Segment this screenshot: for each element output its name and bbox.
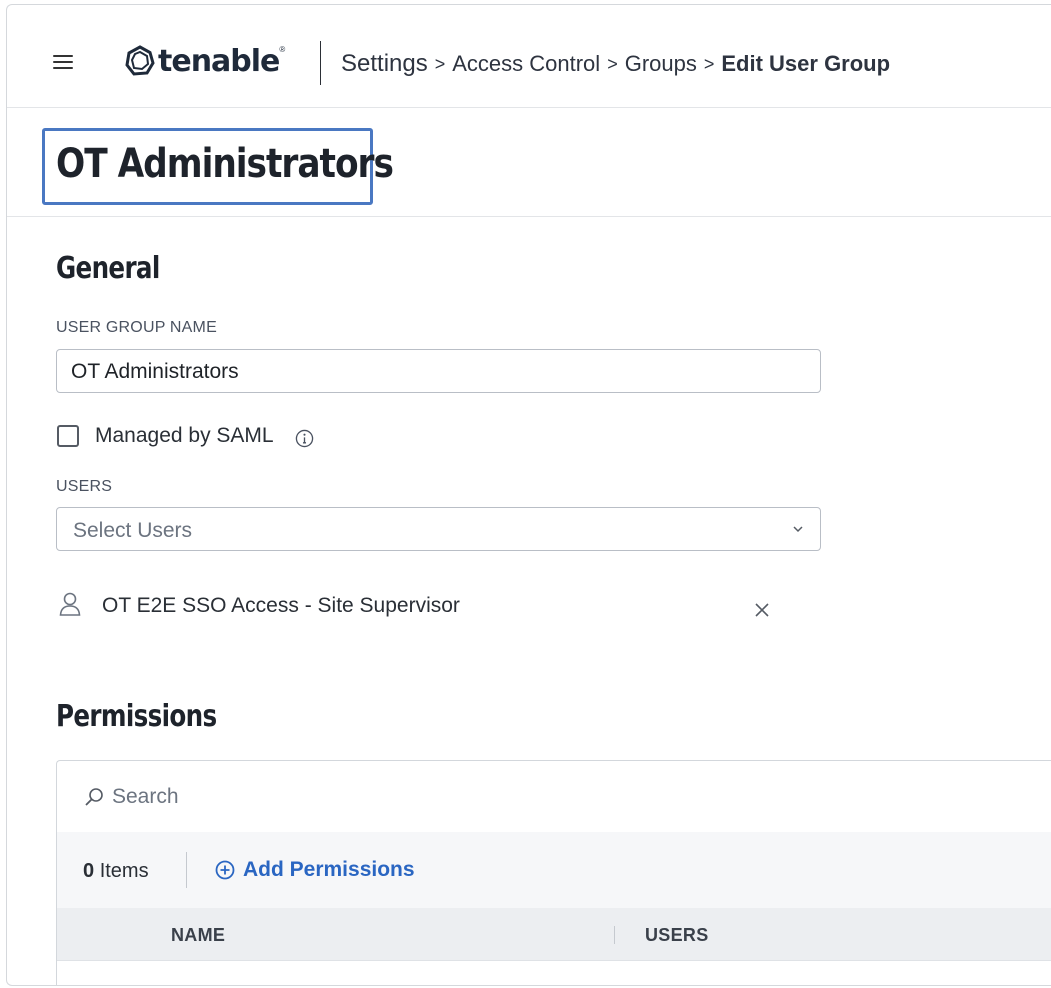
plus-circle-icon xyxy=(215,860,235,880)
general-heading: General xyxy=(56,251,160,286)
permissions-heading: Permissions xyxy=(56,699,217,734)
toolbar-divider xyxy=(186,852,187,888)
breadcrumb-separator: > xyxy=(434,53,446,74)
item-count-label: Items xyxy=(99,860,149,882)
selected-user-name: OT E2E SSO Access - Site Supervisor xyxy=(102,594,460,617)
permissions-table-panel: 0 Items Add Permissions NAME USERS xyxy=(56,760,1051,985)
column-divider xyxy=(614,926,615,944)
trademark-mark: ® xyxy=(279,44,286,54)
users-select-placeholder: Select Users xyxy=(73,519,193,542)
breadcrumb-settings[interactable]: Settings xyxy=(341,50,428,78)
top-bar: tenable ® Settings > Access Control > Gr… xyxy=(7,5,1051,108)
tenable-logo[interactable]: tenable ® xyxy=(123,41,285,81)
app-window: tenable ® Settings > Access Control > Gr… xyxy=(6,4,1051,986)
column-header-users[interactable]: USERS xyxy=(645,925,709,946)
users-select[interactable]: Select Users xyxy=(56,507,821,551)
logo-wordmark: tenable xyxy=(158,43,280,79)
chevron-down-icon[interactable] xyxy=(792,523,804,535)
close-icon[interactable] xyxy=(754,602,770,618)
permissions-search-bar xyxy=(57,761,1051,833)
permissions-search-input[interactable] xyxy=(112,785,712,809)
breadcrumb-separator: > xyxy=(607,53,618,74)
user-icon xyxy=(59,592,81,616)
users-label: USERS xyxy=(56,478,113,495)
hamburger-menu-icon[interactable] xyxy=(53,55,73,69)
permissions-toolbar: 0 Items Add Permissions xyxy=(57,832,1051,909)
group-name-field[interactable] xyxy=(56,349,821,393)
search-icon xyxy=(85,788,103,806)
header-divider xyxy=(320,41,321,85)
group-name-label: USER GROUP NAME xyxy=(56,319,217,336)
breadcrumb-current: Edit User Group xyxy=(721,51,891,76)
group-name-input[interactable] xyxy=(71,360,771,384)
add-permissions-button[interactable]: Add Permissions xyxy=(215,858,415,882)
column-header-name[interactable]: NAME xyxy=(171,925,225,946)
table-header: NAME USERS xyxy=(57,908,1051,961)
info-icon[interactable] xyxy=(295,429,314,448)
managed-by-saml-checkbox[interactable] xyxy=(57,425,79,447)
item-count-value: 0 xyxy=(83,860,95,882)
breadcrumb-groups[interactable]: Groups xyxy=(625,51,697,77)
breadcrumb: Settings > Access Control > Groups > Edi… xyxy=(341,50,890,78)
tenable-logo-mark-icon xyxy=(125,45,155,76)
add-permissions-label: Add Permissions xyxy=(243,858,415,881)
breadcrumb-separator: > xyxy=(703,53,715,74)
managed-by-saml-label[interactable]: Managed by SAML xyxy=(95,424,274,448)
breadcrumb-access-control[interactable]: Access Control xyxy=(452,51,600,77)
page-title: OT Administrators xyxy=(56,141,394,187)
title-divider xyxy=(7,216,1051,217)
item-count: 0 Items xyxy=(83,860,149,883)
